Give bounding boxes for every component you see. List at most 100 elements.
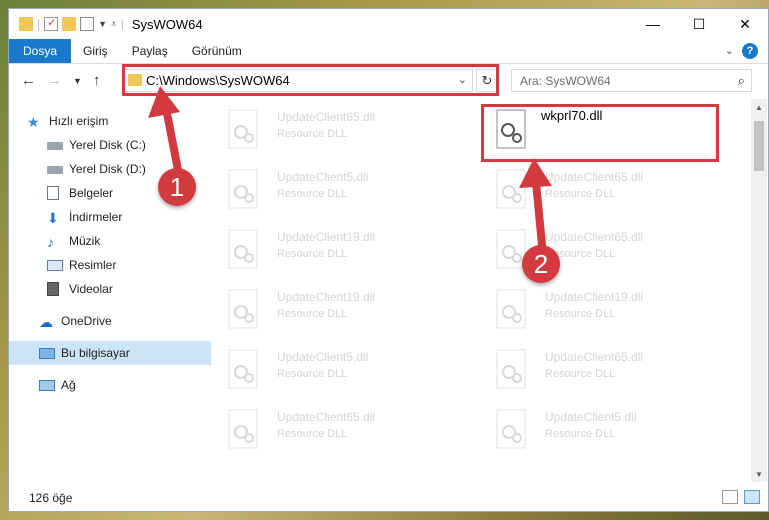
details-view-icon[interactable]: [722, 490, 738, 504]
help-button[interactable]: ?: [742, 43, 758, 59]
file-highlight-box: [481, 104, 719, 162]
drive-icon: [47, 166, 63, 174]
nav-item-disk-d[interactable]: Yerel Disk (D:) 📌: [9, 157, 249, 181]
properties-icon[interactable]: ✓: [44, 17, 59, 31]
tab-giris[interactable]: Giriş: [71, 39, 120, 63]
scroll-down-icon[interactable]: ▼: [751, 466, 767, 482]
nav-item-label: Yerel Disk (C:): [69, 138, 146, 152]
ribbon-tabs: Dosya Giriş Paylaş Görünüm ⌄ ?: [9, 39, 768, 64]
up-arrow-icon[interactable]: ↑: [93, 72, 101, 89]
scroll-up-icon[interactable]: ▲: [751, 99, 767, 115]
file-name: UpdateClient65.dll: [545, 350, 644, 364]
nav-item-disk-c[interactable]: Yerel Disk (C:) 📌: [9, 133, 249, 157]
nav-item-documents[interactable]: Belgeler 📌: [9, 181, 249, 205]
maximize-button[interactable]: ☐: [676, 9, 722, 39]
dll-file-icon: [225, 288, 263, 332]
item-count: 126 öğe: [29, 491, 73, 505]
window-title: SysWOW64: [131, 16, 203, 32]
file-tile[interactable]: UpdateClient5.dll Resource DLL: [225, 344, 465, 396]
view-buttons: [722, 490, 760, 504]
address-highlight-box: [122, 64, 499, 96]
dll-file-icon: [225, 168, 263, 212]
tiles-view-icon[interactable]: [744, 490, 760, 504]
nav-item-label: OneDrive: [61, 314, 112, 328]
nav-item-label: Resimler: [69, 258, 117, 272]
view-options-icon[interactable]: [80, 17, 95, 31]
nav-item-label: Videolar: [69, 282, 113, 296]
new-folder-icon[interactable]: [62, 17, 77, 31]
file-tile[interactable]: UpdateClient5.dll Resource DLL: [493, 404, 733, 456]
recent-locations-icon[interactable]: ▼: [73, 76, 82, 86]
file-name: UpdateClient19.dll: [277, 290, 376, 304]
file-tile[interactable]: UpdateClient65.dll Resource DLL: [225, 404, 465, 456]
nav-item-label: İndirmeler: [69, 210, 123, 224]
file-type: Resource DLL: [277, 128, 348, 140]
file-name: UpdateClient5.dll: [545, 410, 637, 424]
nav-item-label: Yerel Disk (D:): [69, 162, 146, 176]
scrollbar-thumb[interactable]: [754, 121, 764, 171]
file-name: UpdateClient5.dll: [277, 350, 369, 364]
pictures-icon: [47, 259, 63, 271]
nav-item-music[interactable]: ♪ Müzik 📌: [9, 229, 249, 253]
file-tile[interactable]: UpdateClient5.dll Resource DLL: [225, 164, 465, 216]
status-bar: 126 öğe: [9, 485, 768, 511]
cloud-icon: ☁: [39, 314, 53, 330]
file-name: UpdateClient65.dll: [277, 110, 376, 124]
file-tile[interactable]: UpdateClient19.dll Resource DLL: [225, 224, 465, 276]
file-tile[interactable]: UpdateClient19.dll Resource DLL: [493, 284, 733, 336]
star-icon: ★: [27, 114, 40, 130]
file-type: Resource DLL: [545, 368, 616, 380]
nav-item-network[interactable]: Ağ: [9, 373, 241, 397]
file-type: Resource DLL: [545, 308, 616, 320]
forward-arrow-icon[interactable]: →: [47, 72, 62, 89]
back-arrow-icon[interactable]: ←: [21, 72, 36, 89]
tab-gorunum[interactable]: Görünüm: [180, 39, 254, 63]
file-tile[interactable]: UpdateClient65.dll Resource DLL: [493, 164, 733, 216]
nav-item-onedrive[interactable]: ☁ OneDrive: [9, 309, 241, 333]
search-placeholder: Ara: SysWOW64: [520, 73, 611, 88]
nav-item-videos[interactable]: Videolar 📌: [9, 277, 249, 301]
dll-file-icon: [493, 408, 531, 452]
quick-access-toolbar: | ✓ ▼ ⩡ |: [9, 17, 124, 31]
title-bar: | ✓ ▼ ⩡ | SysWOW64 — ☐ ✕: [9, 9, 768, 39]
file-type: Resource DLL: [277, 428, 348, 440]
file-type: Resource DLL: [277, 188, 348, 200]
vertical-scrollbar[interactable]: ▲ ▼: [751, 99, 767, 482]
dll-file-icon: [225, 348, 263, 392]
file-name: UpdateClient65.dll: [545, 230, 644, 244]
tab-dosya[interactable]: Dosya: [9, 39, 72, 63]
file-tile[interactable]: UpdateClient65.dll Resource DLL: [493, 344, 733, 396]
window-controls: — ☐ ✕: [630, 9, 768, 39]
file-tile[interactable]: UpdateClient65.dll Resource DLL: [225, 104, 465, 156]
tab-paylas[interactable]: Paylaş: [120, 39, 180, 63]
file-tile[interactable]: UpdateClient19.dll Resource DLL: [225, 284, 465, 336]
file-name: UpdateClient19.dll: [277, 230, 376, 244]
computer-icon: [39, 347, 55, 359]
nav-item-quick-access[interactable]: ★ Hızlı erişim: [9, 109, 229, 133]
file-name: UpdateClient65.dll: [277, 410, 376, 424]
file-name: UpdateClient65.dll: [545, 170, 644, 184]
close-button[interactable]: ✕: [722, 9, 768, 39]
dll-file-icon: [225, 108, 263, 152]
nav-item-pictures[interactable]: Resimler 📌: [9, 253, 249, 277]
nav-item-this-pc[interactable]: Bu bilgisayar: [9, 341, 211, 365]
file-type: Resource DLL: [545, 428, 616, 440]
separator: |: [37, 17, 41, 31]
chevron-down-icon[interactable]: ▼: [98, 19, 107, 29]
step-1-badge: 1: [158, 168, 196, 206]
folder-icon: [19, 17, 33, 31]
minimize-button[interactable]: —: [630, 9, 676, 39]
dll-file-icon: [493, 348, 531, 392]
customize-toolbar-icon[interactable]: ⩡: [111, 19, 117, 30]
file-name: UpdateClient19.dll: [545, 290, 644, 304]
navigation-pane: ★ Hızlı erişim Yerel Disk (C:) 📌 Yerel D…: [9, 99, 245, 477]
nav-item-downloads[interactable]: ⬇ İndirmeler 📌: [9, 205, 249, 229]
separator: |: [120, 17, 124, 31]
file-type: Resource DLL: [277, 368, 348, 380]
file-type: Resource DLL: [277, 248, 348, 260]
drive-icon: [47, 142, 63, 150]
search-icon: ⌕: [737, 73, 745, 88]
dll-file-icon: [493, 168, 531, 212]
search-input[interactable]: Ara: SysWOW64 ⌕: [511, 69, 752, 92]
expand-ribbon-icon[interactable]: ⌄: [725, 44, 734, 57]
